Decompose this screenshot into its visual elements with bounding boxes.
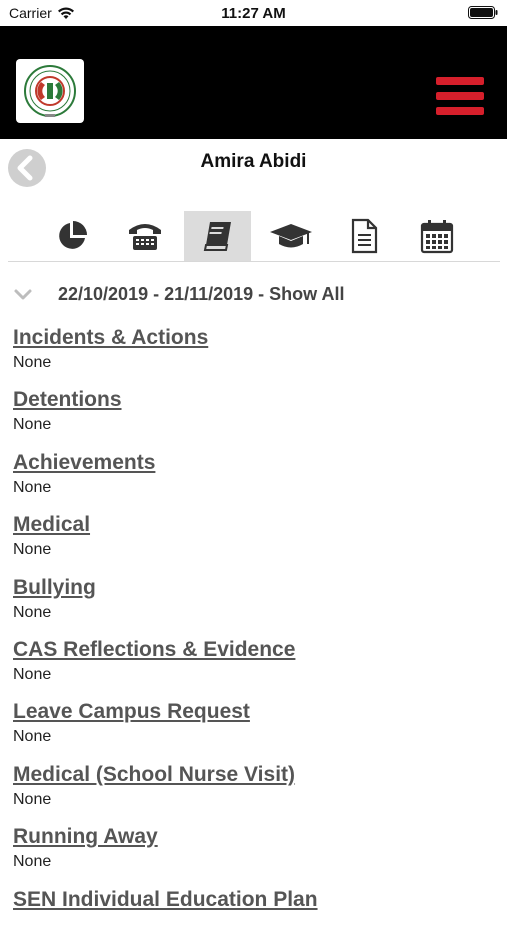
tab-contacts[interactable] (111, 211, 178, 261)
title-bar: Amira Abidi (0, 139, 507, 197)
section-running-away: Running Away None (13, 823, 493, 885)
section-achievements: Achievements None (13, 449, 493, 511)
status-bar: Carrier 11:27 AM (0, 0, 507, 26)
graduation-cap-icon (269, 224, 312, 248)
section-sen-plan: SEN Individual Education Plan (13, 886, 493, 948)
section-value: None (13, 541, 52, 559)
section-nurse-visit: Medical (School Nurse Visit) None (13, 761, 493, 823)
section-title[interactable]: Incidents & Actions (13, 324, 493, 352)
section-value: None (13, 603, 52, 621)
section-detentions: Detentions None (13, 386, 493, 448)
section-title[interactable]: Leave Campus Request (13, 698, 493, 726)
battery-icon (468, 6, 498, 19)
section-value: None (13, 354, 52, 371)
tab-documents[interactable] (330, 211, 397, 261)
section-cas-reflections: CAS Reflections & Evidence None (13, 636, 493, 698)
tab-calendar[interactable] (403, 211, 470, 261)
chevron-down-icon (14, 289, 32, 300)
section-medical: Medical None (13, 511, 493, 573)
section-title[interactable]: Medical (School Nurse Visit) (13, 761, 493, 789)
tab-bar (38, 211, 468, 261)
section-title[interactable]: CAS Reflections & Evidence (13, 636, 493, 664)
section-value: None (13, 416, 52, 434)
section-title[interactable]: Running Away (13, 823, 493, 851)
section-value: None (13, 478, 52, 496)
section-value: None (13, 790, 52, 808)
student-name: Amira Abidi (200, 151, 307, 172)
tab-overview[interactable] (38, 211, 105, 261)
section-title[interactable]: Medical (13, 511, 493, 539)
hamburger-menu-icon[interactable] (436, 76, 484, 116)
school-logo-icon[interactable] (16, 59, 84, 123)
section-value: None (13, 728, 52, 746)
section-title[interactable]: Bullying (13, 574, 493, 602)
pie-chart-icon (58, 221, 87, 249)
telephone-icon (128, 224, 161, 250)
app-header (0, 26, 507, 139)
section-bullying: Bullying None (13, 574, 493, 636)
tab-divider (8, 261, 500, 262)
section-incidents: Incidents & Actions None (13, 324, 493, 386)
section-value: None (13, 665, 52, 683)
document-icon (351, 218, 377, 254)
record-sections: Incidents & Actions None Detentions None… (13, 324, 493, 948)
date-range-label: 22/10/2019 - 21/11/2019 - Show All (58, 283, 345, 304)
section-leave-campus: Leave Campus Request None (13, 698, 493, 760)
tab-records[interactable] (184, 211, 251, 261)
tab-academics[interactable] (257, 211, 324, 261)
date-range-toggle[interactable]: 22/10/2019 - 21/11/2019 - Show All (12, 280, 492, 308)
section-title[interactable]: Achievements (13, 449, 493, 477)
clock: 11:27 AM (221, 5, 286, 22)
book-icon (203, 222, 231, 251)
section-title[interactable]: Detentions (13, 386, 493, 414)
section-value: None (13, 853, 52, 871)
calendar-icon (420, 220, 453, 254)
